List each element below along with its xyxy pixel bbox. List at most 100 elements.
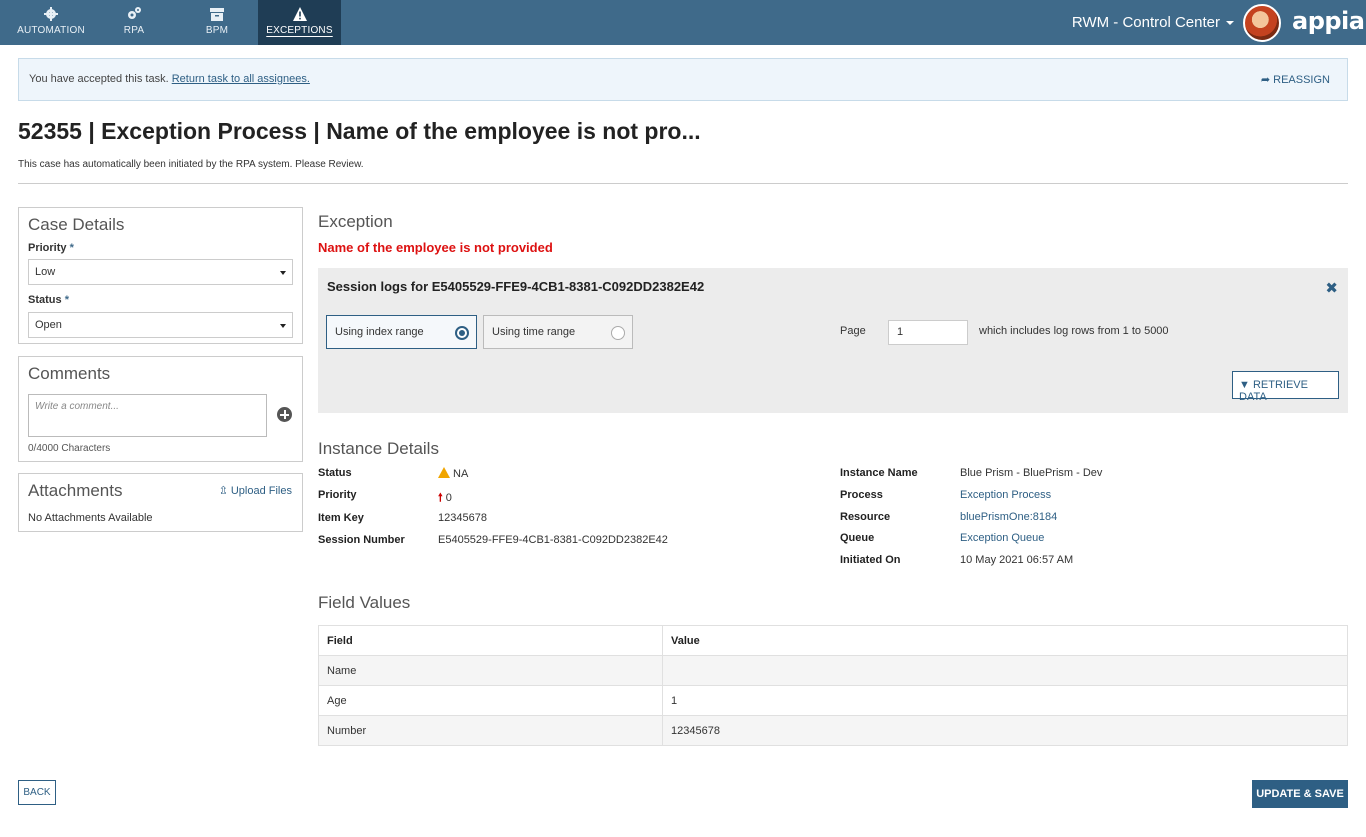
instance-priority-value: 🠕 0 [438, 489, 452, 508]
instance-status-value: NA [438, 467, 468, 480]
retrieve-data-button[interactable]: ▼ RETRIEVE DATA [1232, 371, 1339, 403]
no-attachments-text: No Attachments Available [28, 512, 153, 524]
warning-icon [438, 467, 450, 478]
page-input[interactable]: 1 [888, 320, 968, 345]
status-label: Status * [28, 294, 69, 306]
table-cell: 1 [662, 685, 1348, 716]
share-arrow-icon: ➦ [1260, 74, 1271, 86]
warning-icon [292, 7, 307, 21]
instance-key: Queue [840, 532, 875, 544]
index-range-option[interactable]: Using index range [326, 315, 477, 349]
instance-key: Initiated On [840, 554, 901, 566]
return-task-link[interactable]: Return task to all assignees. [172, 73, 310, 85]
table-header-row: Field Value [318, 625, 1348, 656]
priority-value-text: 0 [445, 492, 452, 504]
instance-name-value: Blue Prism - BluePrism - Dev [960, 467, 1103, 479]
priority-select[interactable]: Low [28, 259, 293, 285]
table-cell: 12345678 [662, 715, 1348, 746]
nav-tab-label: RPA [123, 25, 145, 36]
arrow-up-icon: 🠕 [438, 492, 443, 504]
nav-tab-bpm[interactable]: BPM [177, 0, 257, 45]
update-save-button[interactable]: UPDATE & SAVE [1252, 780, 1348, 808]
page-title: 52355 | Exception Process | Name of the … [18, 118, 701, 144]
instance-session-number-value: E5405529-FFE9-4CB1-8381-C092DD2382E42 [438, 534, 668, 546]
priority-label-text: Priority [28, 242, 67, 254]
priority-value: Low [35, 266, 56, 278]
instance-key: Item Key [318, 512, 364, 524]
instance-key: Process [840, 489, 883, 501]
radio-unselected[interactable] [611, 326, 625, 340]
gear-icon [44, 7, 58, 21]
task-accepted-banner: You have accepted this task. Return task… [18, 58, 1348, 101]
queue-link[interactable]: Exception Queue [960, 532, 1044, 544]
upload-label: Upload Files [230, 485, 292, 497]
instance-key: Instance Name [840, 467, 918, 479]
divider [18, 183, 1348, 184]
status-value-text: NA [453, 468, 469, 480]
page-note: which includes log rows from 1 to 5000 [979, 325, 1169, 337]
required-marker: * [64, 294, 69, 306]
table-row: Name [318, 655, 1348, 686]
chevron-down-icon [280, 324, 286, 328]
gears-icon [128, 7, 141, 19]
attachments-heading: Attachments [28, 481, 123, 500]
instance-key: Status [318, 467, 352, 479]
case-details-card: Case Details Priority * Low Status * Ope… [18, 207, 303, 344]
nav-tab-label: AUTOMATION [17, 25, 85, 36]
instance-key: Resource [840, 511, 891, 523]
radio-selected[interactable] [455, 326, 469, 340]
comments-heading: Comments [28, 364, 111, 383]
instance-item-key-value: 12345678 [438, 512, 487, 524]
instance-key: Priority [318, 489, 357, 501]
time-range-label: Using time range [492, 326, 576, 338]
field-values-heading: Field Values [318, 593, 411, 612]
initiated-on-value: 10 May 2021 06:57 AM [960, 554, 1074, 566]
exception-heading: Exception [318, 212, 393, 231]
nav-tab-exceptions[interactable]: EXCEPTIONS [258, 0, 341, 45]
brand-logo: appian [1292, 7, 1366, 35]
filter-icon: ▼ [1239, 379, 1250, 391]
banner-text: You have accepted this task. [29, 73, 169, 85]
chevron-down-icon [280, 271, 286, 275]
reassign-button[interactable]: ➦ REASSIGN [1261, 73, 1330, 86]
upload-files-button[interactable]: ⇫ Upload Files [219, 484, 292, 497]
top-nav-bar: AUTOMATION RPA BPM EXCEPTIONS RWM - Cont… [0, 0, 1366, 45]
app-switcher[interactable]: RWM - Control Center [1072, 14, 1234, 31]
archive-box-icon [210, 8, 224, 21]
column-header: Value [662, 625, 1348, 656]
back-button[interactable]: BACK [18, 780, 56, 805]
nav-tab-label: BPM [205, 25, 229, 36]
process-link[interactable]: Exception Process [960, 489, 1051, 501]
reassign-label: REASSIGN [1273, 74, 1330, 86]
close-icon[interactable]: ✖ [1325, 279, 1338, 297]
status-value: Open [35, 319, 62, 331]
status-select[interactable]: Open [28, 312, 293, 338]
chevron-down-icon [1226, 21, 1234, 26]
required-marker: * [69, 242, 74, 254]
nav-tab-automation[interactable]: AUTOMATION [11, 0, 91, 45]
instance-key: Session Number [318, 534, 405, 546]
comments-card: Comments Write a comment... 0/4000 Chara… [18, 356, 303, 462]
field-values-table: Field Value Name Age 1 Number 12345678 [318, 625, 1348, 746]
app-name: RWM - Control Center [1071, 14, 1220, 31]
table-cell: Number [318, 715, 663, 746]
resource-link[interactable]: bluePrismOne:8184 [960, 511, 1057, 523]
nav-tab-label: EXCEPTIONS [266, 25, 333, 36]
table-row: Number 12345678 [318, 715, 1348, 746]
add-comment-icon[interactable] [277, 407, 292, 422]
session-logs-title: Session logs for E5405529-FFE9-4CB1-8381… [327, 279, 705, 294]
avatar[interactable] [1243, 4, 1281, 42]
table-row: Age 1 [318, 685, 1348, 716]
column-header: Field [318, 625, 663, 656]
comment-input[interactable]: Write a comment... [28, 394, 267, 437]
retrieve-label: RETRIEVE DATA [1239, 379, 1308, 403]
table-cell [662, 655, 1348, 686]
exception-error-message: Name of the employee is not provided [318, 240, 553, 255]
time-range-option[interactable]: Using time range [483, 315, 633, 349]
page-label: Page [840, 325, 866, 337]
char-count: 0/4000 Characters [28, 443, 111, 454]
nav-tab-rpa[interactable]: RPA [94, 0, 174, 45]
attachments-card: Attachments ⇫ Upload Files No Attachment… [18, 473, 303, 532]
index-range-label: Using index range [335, 326, 424, 338]
page-subtitle: This case has automatically been initiat… [18, 159, 364, 170]
